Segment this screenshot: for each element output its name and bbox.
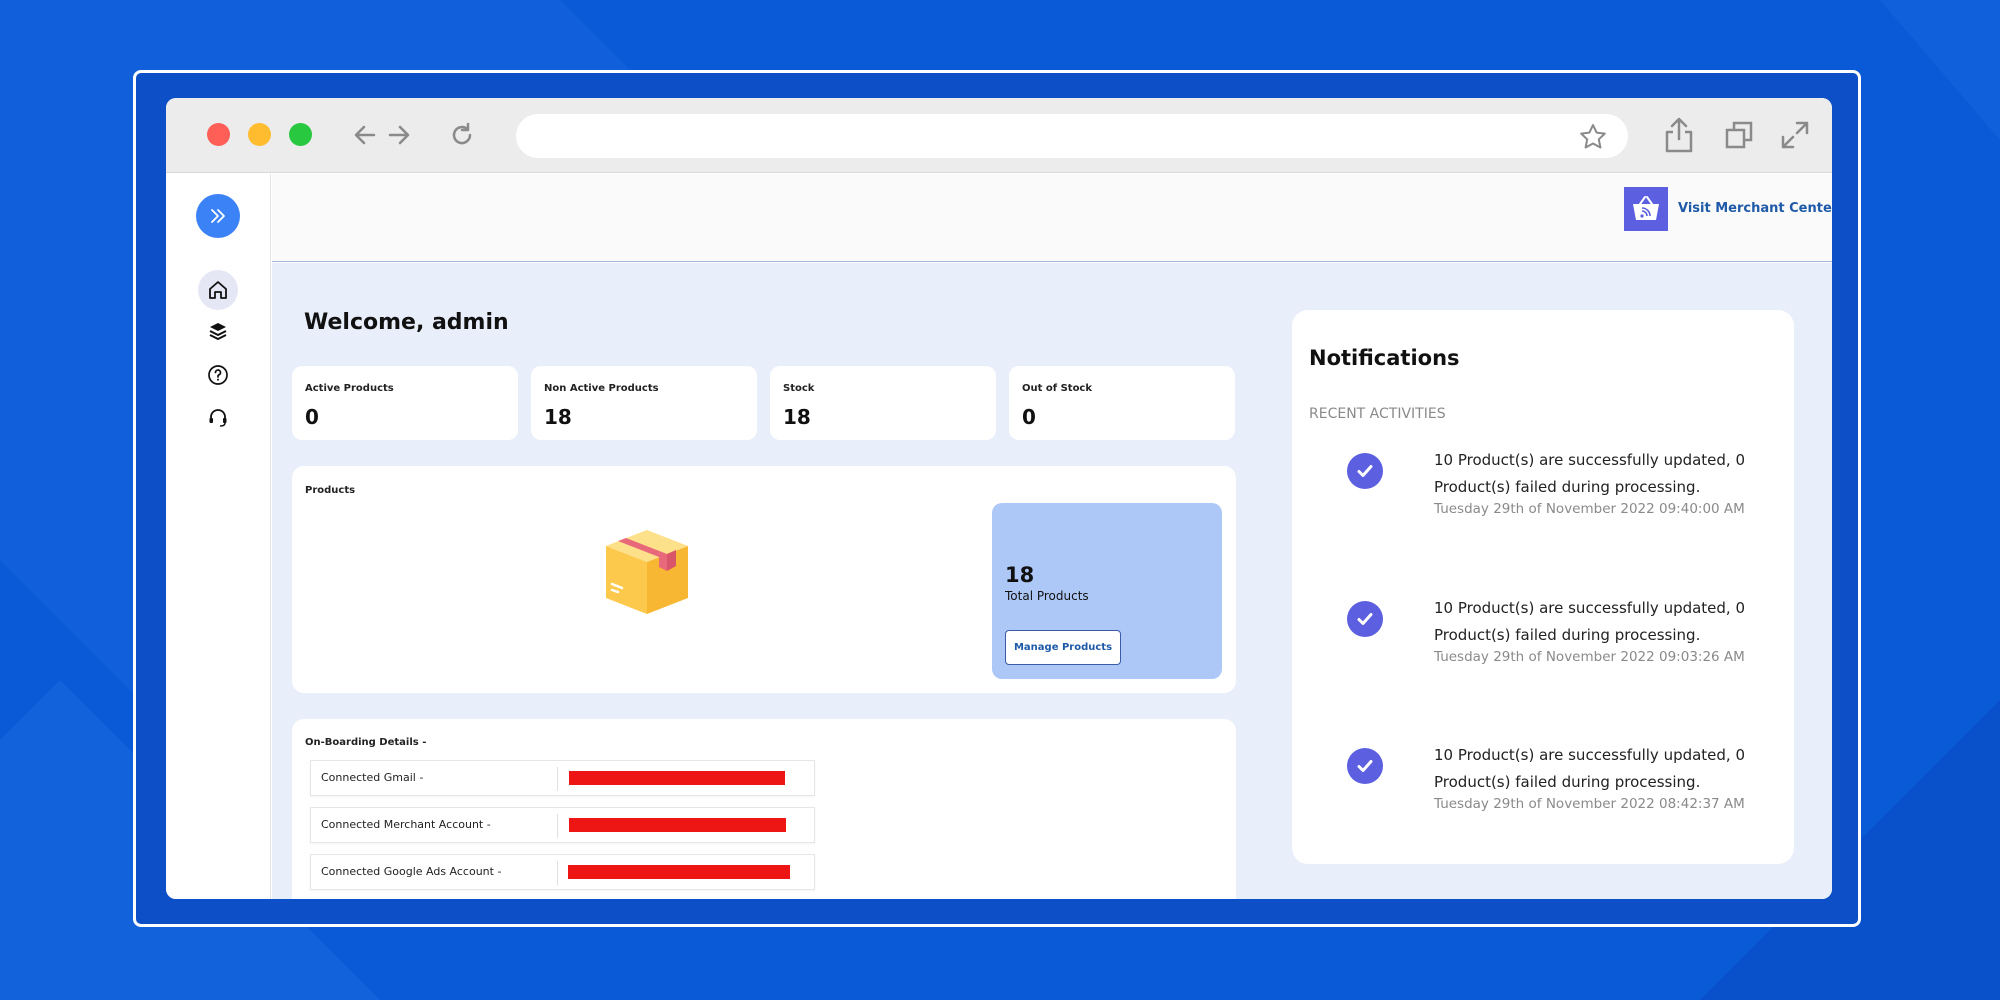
stat-label: Stock (783, 383, 815, 394)
maximize-window-button[interactable] (289, 123, 312, 146)
total-products-value: 18 (1005, 563, 1035, 587)
check-circle-icon (1347, 601, 1383, 637)
onboarding-row-gmail: Connected Gmail - (310, 760, 815, 796)
close-window-button[interactable] (207, 123, 230, 146)
stat-value: 0 (1022, 405, 1036, 429)
stat-card-out-of-stock: Out of Stock 0 (1009, 366, 1235, 440)
onboarding-title: On-Boarding Details - (305, 737, 427, 748)
stat-label: Out of Stock (1022, 383, 1093, 394)
row-divider (557, 767, 558, 791)
app-header: Visit Merchant Center (272, 174, 1832, 262)
stat-card-non-active-products: Non Active Products 18 (531, 366, 757, 440)
notification-message: 10 Product(s) are successfully updated, … (1434, 451, 1746, 496)
check-circle-icon (1347, 453, 1383, 489)
sidebar-item-support[interactable] (198, 397, 238, 437)
package-box-icon (606, 530, 688, 614)
sidebar-item-products[interactable] (198, 312, 238, 352)
onboarding-label: Connected Gmail - (321, 771, 424, 784)
notification-item: 10 Product(s) are successfully updated, … (1292, 451, 1794, 563)
minimize-window-button[interactable] (248, 123, 271, 146)
onboarding-label: Connected Google Ads Account - (321, 865, 502, 878)
merchant-center-logo[interactable] (1624, 187, 1668, 231)
onboarding-row-merchant-account: Connected Merchant Account - (310, 807, 815, 843)
check-circle-icon (1347, 748, 1383, 784)
notification-item: 10 Product(s) are successfully updated, … (1292, 746, 1794, 858)
tabs-icon[interactable] (1724, 120, 1754, 150)
stat-card-stock: Stock 18 (770, 366, 996, 440)
forward-arrow-icon[interactable] (386, 122, 412, 148)
row-divider (557, 814, 558, 838)
stat-value: 0 (305, 405, 319, 429)
notification-timestamp: Tuesday 29th of November 2022 09:40:00 A… (1434, 501, 1745, 517)
connection-status-bar (568, 865, 790, 879)
onboarding-row-google-ads: Connected Google Ads Account - (310, 854, 815, 890)
fullscreen-icon[interactable] (1780, 120, 1810, 150)
notification-item: 10 Product(s) are successfully updated, … (1292, 599, 1794, 711)
notification-message: 10 Product(s) are successfully updated, … (1434, 746, 1746, 791)
sidebar-item-help[interactable] (198, 355, 238, 395)
notifications-panel: Notifications RECENT ACTIVITIES 10 Produ… (1292, 310, 1794, 864)
headset-icon (209, 409, 227, 427)
notification-message: 10 Product(s) are successfully updated, … (1434, 599, 1746, 644)
recent-activities-label: RECENT ACTIVITIES (1309, 406, 1446, 422)
notification-timestamp: Tuesday 29th of November 2022 08:42:37 A… (1434, 796, 1745, 812)
help-icon (208, 365, 228, 385)
home-icon (209, 281, 227, 299)
stat-value: 18 (783, 405, 811, 429)
sidebar-expand-button[interactable] (196, 194, 240, 238)
stat-card-active-products: Active Products 0 (292, 366, 518, 440)
onboarding-label: Connected Merchant Account - (321, 818, 491, 831)
connection-status-bar (569, 771, 785, 785)
products-card: Products 18 Total Products Manage Produc… (292, 466, 1236, 693)
back-arrow-icon[interactable] (352, 122, 378, 148)
visit-merchant-center-link[interactable]: Visit Merchant Center (1678, 201, 1832, 216)
sidebar (166, 174, 271, 899)
page-title: Welcome, admin (304, 310, 509, 335)
sidebar-item-home[interactable] (198, 270, 238, 310)
notifications-title: Notifications (1309, 346, 1460, 370)
total-products-label: Total Products (1005, 589, 1089, 603)
share-icon[interactable] (1664, 116, 1694, 154)
double-chevron-right-icon (211, 209, 225, 223)
stat-label: Non Active Products (544, 383, 659, 394)
connection-status-bar (569, 818, 786, 832)
reload-icon[interactable] (448, 121, 476, 149)
dashboard-content: Welcome, admin Active Products 0 Non Act… (272, 263, 1832, 899)
star-icon[interactable] (1578, 122, 1608, 152)
browser-titlebar (166, 98, 1832, 173)
row-divider (557, 861, 558, 885)
manage-products-button[interactable]: Manage Products (1005, 630, 1121, 665)
browser-window: Visit Merchant Center Welcome, admin Act… (166, 98, 1832, 899)
stat-value: 18 (544, 405, 572, 429)
address-bar[interactable] (516, 114, 1628, 158)
total-products-panel: 18 Total Products Manage Products (992, 503, 1222, 679)
products-card-title: Products (305, 485, 356, 496)
notification-timestamp: Tuesday 29th of November 2022 09:03:26 A… (1434, 649, 1745, 665)
box-stack-icon (209, 323, 227, 340)
stat-label: Active Products (305, 383, 394, 394)
shopping-basket-icon (1633, 196, 1659, 220)
onboarding-card: On-Boarding Details - Connected Gmail - … (292, 719, 1236, 899)
